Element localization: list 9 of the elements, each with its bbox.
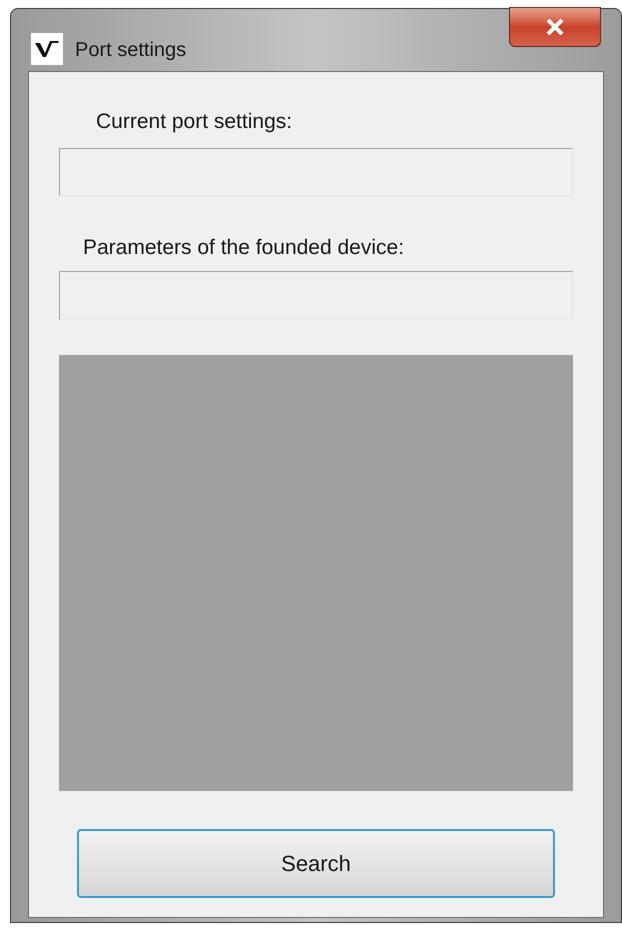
field-label: Parameters of the founded device: [83,234,406,260]
app-logo-icon [31,33,63,65]
close-button[interactable] [509,7,601,47]
search-button[interactable]: Search [77,829,555,898]
close-icon [546,19,564,35]
field-label: Current port settings: [96,109,294,135]
window-title: Port settings [75,38,186,63]
current-settings-field[interactable] [59,148,573,196]
device-parameters-field[interactable] [59,271,573,320]
